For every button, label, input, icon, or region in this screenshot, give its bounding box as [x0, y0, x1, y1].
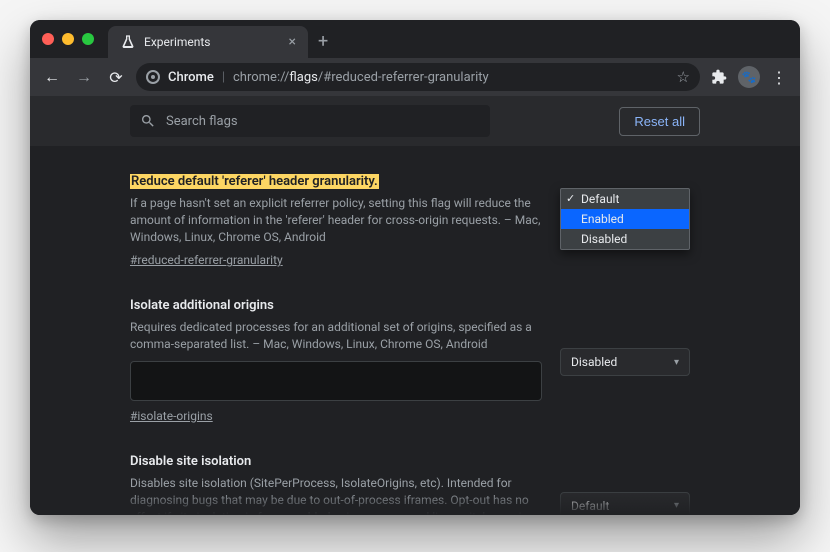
flag-item: Isolate additional origins Requires dedi… — [130, 294, 700, 424]
chevron-down-icon: ▾ — [674, 357, 679, 368]
titlebar: Experiments × + — [30, 20, 800, 58]
close-tab-icon[interactable]: × — [289, 34, 296, 50]
bookmark-star-icon[interactable]: ☆ — [677, 68, 690, 86]
kebab-menu-icon[interactable]: ⋮ — [768, 66, 790, 88]
search-input[interactable]: Search flags — [130, 105, 490, 137]
back-button[interactable]: ← — [40, 67, 64, 87]
chrome-icon — [146, 70, 160, 84]
minimize-window-button[interactable] — [62, 33, 74, 45]
page-content: Search flags Reset all Reduce default 'r… — [30, 96, 800, 515]
dropdown-option-default[interactable]: ✓Default — [561, 189, 689, 209]
flag-textarea[interactable] — [130, 361, 542, 401]
address-separator: | — [222, 70, 225, 85]
reset-all-button[interactable]: Reset all — [619, 107, 700, 136]
window-controls — [42, 33, 94, 45]
flag-anchor-link[interactable]: #reduced-referrer-granularity — [130, 253, 283, 267]
browser-tab[interactable]: Experiments × — [108, 26, 308, 58]
tab-title: Experiments — [144, 35, 211, 49]
flag-title: Isolate additional origins — [130, 298, 274, 313]
flask-icon — [120, 34, 136, 50]
flag-item: Reduce default 'referer' header granular… — [130, 170, 700, 268]
maximize-window-button[interactable] — [82, 33, 94, 45]
flag-anchor-link[interactable]: #isolate-origins — [130, 409, 213, 423]
address-source-label: Chrome — [168, 70, 214, 85]
search-icon — [140, 113, 156, 129]
flag-description: If a page hasn't set an explicit referre… — [130, 195, 542, 245]
flag-select-dropdown[interactable]: ✓Default Enabled Disabled — [560, 188, 690, 250]
address-url: chrome://flags/#reduced-referrer-granula… — [233, 70, 489, 85]
dropdown-option-disabled[interactable]: Disabled — [561, 229, 689, 249]
toolbar: ← → ⟳ Chrome | chrome://flags/#reduced-r… — [30, 58, 800, 96]
reload-button[interactable]: ⟳ — [104, 68, 128, 87]
address-bar[interactable]: Chrome | chrome://flags/#reduced-referre… — [136, 63, 700, 91]
search-row: Search flags Reset all — [30, 96, 800, 146]
browser-window: Experiments × + ← → ⟳ Chrome | chrome://… — [30, 20, 800, 515]
dropdown-option-enabled[interactable]: Enabled — [561, 209, 689, 229]
content-fade — [30, 491, 800, 515]
flag-title: Disable site isolation — [130, 454, 251, 469]
forward-button: → — [72, 67, 96, 87]
flag-title: Reduce default 'referer' header granular… — [130, 174, 379, 189]
flag-description: Requires dedicated processes for an addi… — [130, 319, 542, 353]
extensions-icon[interactable] — [708, 66, 730, 88]
close-window-button[interactable] — [42, 33, 54, 45]
flag-select[interactable]: Disabled ▾ — [560, 348, 690, 376]
search-placeholder: Search flags — [166, 114, 238, 129]
profile-avatar[interactable]: 🐾 — [738, 66, 760, 88]
new-tab-button[interactable]: + — [318, 31, 328, 52]
flags-list: Reduce default 'referer' header granular… — [30, 146, 800, 515]
